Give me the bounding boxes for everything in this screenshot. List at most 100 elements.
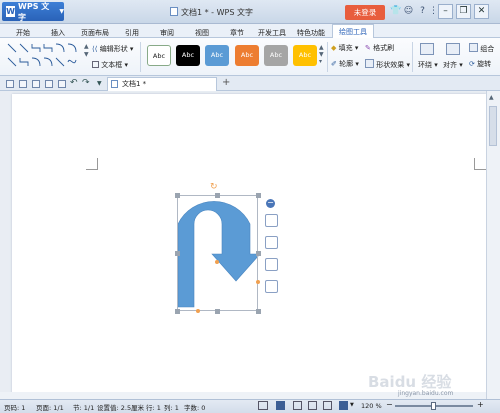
shape-style-6[interactable]: Abc: [293, 45, 317, 66]
resize-handle[interactable]: [215, 309, 220, 314]
resize-handle[interactable]: [175, 251, 180, 256]
align-button[interactable]: 对齐 ▾: [443, 60, 463, 70]
tab-review[interactable]: 审阅: [160, 28, 174, 38]
resize-handle[interactable]: [256, 309, 261, 314]
user-icon[interactable]: ☺: [403, 6, 414, 17]
resize-handle[interactable]: [256, 193, 261, 198]
status-pages: 页面: 1/1: [36, 404, 64, 412]
document-icon: [170, 7, 178, 16]
page-view-icon[interactable]: [276, 401, 285, 410]
edit-shape-button[interactable]: ⟨⟨ 编辑形状 ▾: [92, 44, 133, 54]
separator: [327, 42, 328, 72]
resize-handle[interactable]: [256, 251, 261, 256]
edit-shape-icon[interactable]: [265, 236, 278, 249]
web-view-icon[interactable]: [308, 401, 317, 410]
reading-view-icon[interactable]: [323, 401, 332, 410]
zoom-slider-thumb[interactable]: [431, 402, 436, 410]
status-word-count: 字数: 0: [184, 404, 206, 412]
edit-shape-icon: ⟨⟨: [92, 45, 98, 53]
watermark-url: jingyan.baidu.com: [398, 390, 454, 397]
shirt-skin-icon[interactable]: 👕: [390, 6, 401, 17]
zoom-out-button[interactable]: −: [386, 400, 393, 409]
outline-color-icon[interactable]: [265, 280, 278, 293]
login-button[interactable]: 未登录: [345, 5, 385, 20]
effects-icon: [365, 59, 374, 68]
print-preview-icon[interactable]: [58, 80, 66, 88]
rotate-handle-icon[interactable]: ↻: [210, 182, 218, 192]
resize-handle[interactable]: [175, 193, 180, 198]
tab-page-layout[interactable]: 页面布局: [81, 28, 109, 38]
document-icon: [111, 80, 118, 88]
rotate-icon: ⟳: [469, 60, 475, 68]
layout-options-icon[interactable]: [265, 214, 278, 227]
restore-button[interactable]: ❐: [456, 4, 471, 19]
open-icon[interactable]: [6, 80, 14, 88]
resize-handle[interactable]: [215, 193, 220, 198]
window-title: 文档1 * - WPS 文字: [170, 7, 253, 18]
redo-icon[interactable]: ↷: [82, 78, 90, 88]
tab-insert[interactable]: 插入: [51, 28, 65, 38]
print-icon[interactable]: [45, 80, 53, 88]
adjust-handle[interactable]: [215, 260, 219, 264]
protect-view-icon[interactable]: [339, 401, 348, 410]
full-screen-icon[interactable]: [258, 401, 268, 410]
fill-button[interactable]: ◆ 填充 ▾: [331, 43, 358, 53]
view-dropdown[interactable]: ▼: [350, 402, 354, 408]
brush-icon: ✎: [365, 44, 371, 52]
watermark: Baidu 经验: [368, 373, 452, 391]
rotate-button[interactable]: ⟳ 旋转: [469, 59, 491, 69]
undo-icon[interactable]: ↶: [70, 78, 78, 88]
shape-style-3[interactable]: Abc: [205, 45, 229, 66]
tab-chapter[interactable]: 章节: [230, 28, 244, 38]
format-brush-button[interactable]: ✎ 格式刷: [365, 43, 394, 53]
tab-developer[interactable]: 开发工具: [258, 28, 286, 38]
shape-style-4[interactable]: Abc: [235, 45, 259, 66]
document-tab[interactable]: 文档1 *: [107, 77, 217, 91]
text-box-button[interactable]: 文本框 ▾: [92, 60, 128, 70]
fill-color-icon[interactable]: [265, 258, 278, 271]
menu-bar: [0, 24, 500, 38]
styles-more-button[interactable]: ▲ ▼ ▾: [319, 44, 324, 65]
selection-frame: [177, 195, 258, 311]
save-icon[interactable]: [19, 80, 27, 88]
shape-style-2[interactable]: Abc: [176, 45, 200, 66]
quick-access-dropdown[interactable]: ▼: [97, 80, 102, 87]
separator: [140, 42, 141, 72]
resize-handle[interactable]: [175, 309, 180, 314]
adjust-handle[interactable]: [256, 280, 260, 284]
tab-references[interactable]: 引用: [125, 28, 139, 38]
outline-view-icon[interactable]: [293, 401, 302, 410]
outline-button[interactable]: ✐ 轮廓 ▾: [331, 59, 359, 69]
tab-view[interactable]: 视图: [195, 28, 209, 38]
wps-logo-icon: W: [6, 6, 16, 17]
zoom-level[interactable]: 120 %: [361, 402, 382, 410]
shape-style-1[interactable]: Abc: [147, 45, 171, 66]
app-menu-button[interactable]: W WPS 文字 ▼: [2, 2, 64, 22]
pencil-icon: ✐: [331, 60, 337, 68]
zoom-in-button[interactable]: +: [477, 400, 484, 409]
status-section: 节: 1/1: [73, 404, 95, 412]
margin-corner-top-left: [86, 158, 98, 170]
tab-drawing-tools[interactable]: 绘图工具: [332, 24, 374, 39]
text-box-icon: [92, 61, 99, 68]
scroll-up-icon[interactable]: ▲: [489, 94, 494, 101]
new-tab-button[interactable]: +: [222, 77, 230, 88]
line-shapes-gallery[interactable]: [6, 42, 82, 72]
gallery-scroll[interactable]: ▲ ▼: [84, 42, 89, 58]
vertical-scroll-thumb[interactable]: [489, 106, 497, 146]
close-button[interactable]: ✕: [474, 4, 489, 19]
shape-effects-button[interactable]: 形状效果 ▾: [365, 59, 410, 70]
status-page-number: 页码: 1: [4, 404, 26, 412]
wrap-button[interactable]: 环绕 ▾: [418, 60, 438, 70]
help-icon[interactable]: ?: [417, 6, 428, 17]
export-pdf-icon[interactable]: [32, 80, 40, 88]
minimize-button[interactable]: –: [438, 4, 453, 19]
shape-style-5[interactable]: Abc: [264, 45, 288, 66]
chevron-down-icon: ▼: [59, 8, 64, 15]
tab-home[interactable]: 开始: [16, 28, 30, 38]
collapse-icon[interactable]: −: [266, 199, 275, 208]
tab-special[interactable]: 特色功能: [297, 28, 325, 38]
adjust-handle[interactable]: [196, 309, 200, 313]
status-row: 行: 1: [146, 404, 161, 412]
group-button[interactable]: 组合: [469, 43, 494, 54]
